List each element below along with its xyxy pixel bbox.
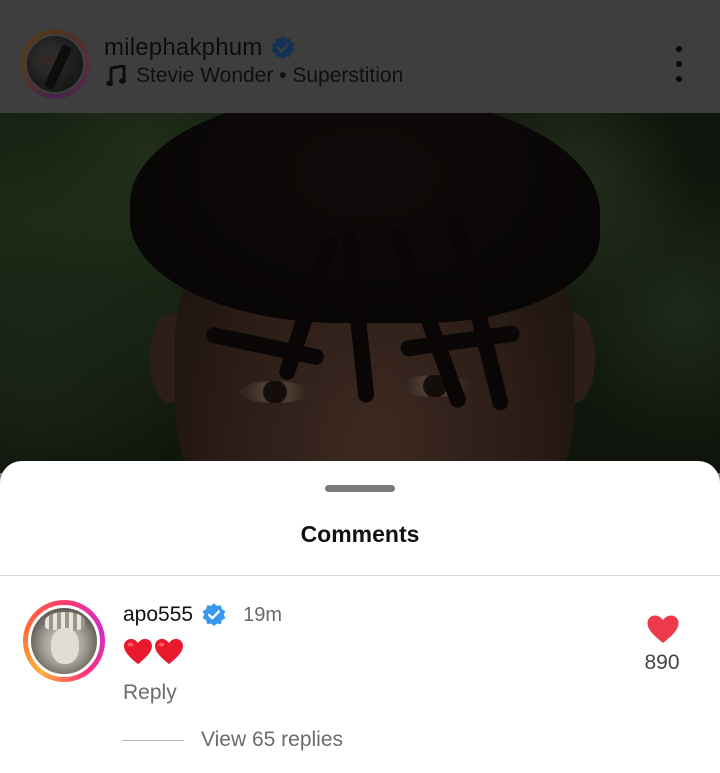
post-username[interactable]: milephakphum — [104, 34, 262, 62]
reply-button[interactable]: Reply — [123, 681, 177, 705]
more-options-icon[interactable] — [664, 46, 694, 82]
post-header: milephakphum Stevie Wonder • Superstitio… — [0, 0, 720, 113]
avatar-image — [25, 34, 85, 94]
verified-badge-icon — [202, 603, 226, 627]
comment-item: apo555 19m ❤️❤️ Reply 890 View 65 replie… — [0, 576, 720, 773]
post-music-row[interactable]: Stevie Wonder • Superstition — [106, 64, 403, 88]
comment-text: ❤️❤️ — [123, 638, 185, 665]
post-author-avatar[interactable] — [20, 29, 90, 99]
comments-sheet: Comments apo555 19m ❤️❤️ — [0, 461, 720, 773]
post-music-label: Stevie Wonder • Superstition — [136, 64, 404, 87]
drag-handle[interactable] — [325, 485, 395, 492]
heart-like-icon[interactable] — [646, 614, 680, 644]
commenter-avatar[interactable] — [23, 600, 105, 682]
commenter-username[interactable]: apo555 — [123, 603, 193, 627]
post-username-row: milephakphum — [104, 34, 296, 62]
comment-meta: apo555 19m — [123, 602, 282, 628]
post-photo[interactable] — [0, 113, 720, 473]
sheet-title: Comments — [300, 521, 420, 547]
verified-badge-icon — [272, 36, 295, 60]
avatar-image — [28, 605, 100, 677]
view-replies-button[interactable]: View 65 replies — [201, 728, 343, 752]
music-note-icon — [106, 65, 126, 87]
replies-divider — [122, 740, 184, 741]
like-count: 890 — [644, 651, 680, 674]
comment-timestamp: 19m — [243, 603, 282, 626]
